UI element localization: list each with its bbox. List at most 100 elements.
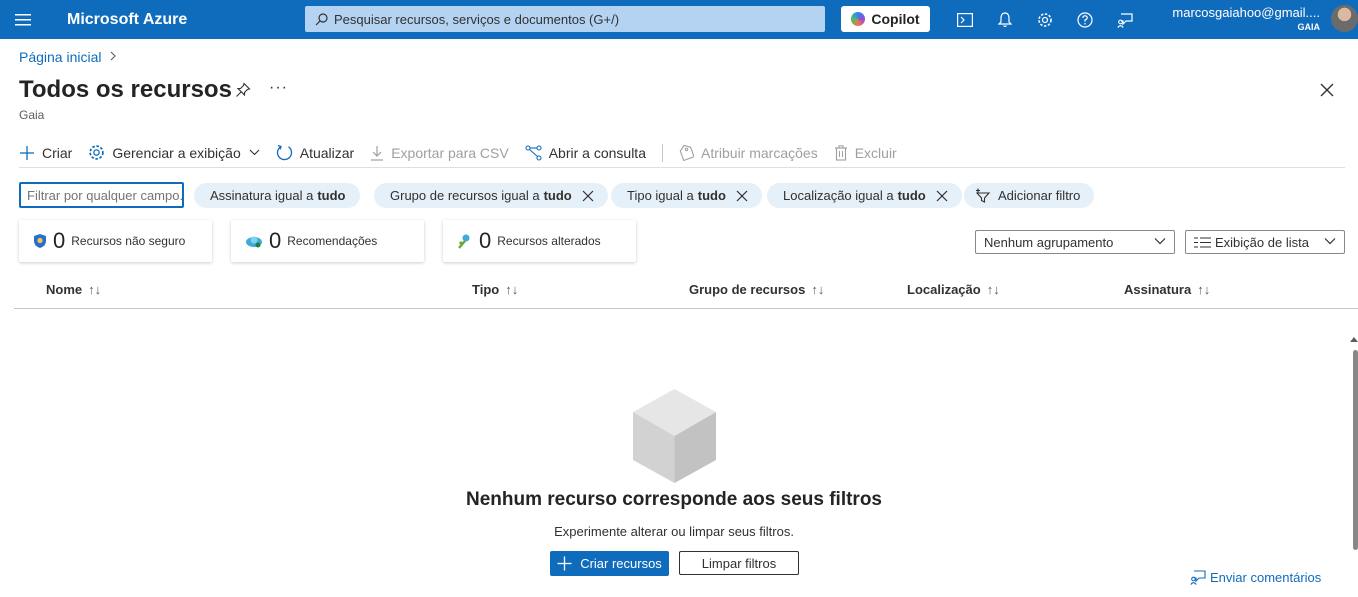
download-icon xyxy=(371,145,384,161)
column-header-resource-group[interactable]: Grupo de recursos ↑↓ xyxy=(689,282,824,297)
more-options-icon[interactable]: ··· xyxy=(269,79,288,97)
brand-title[interactable]: Microsoft Azure xyxy=(67,11,289,29)
search-input[interactable]: Pesquisar recursos, serviços e documento… xyxy=(305,6,825,32)
create-button[interactable]: Criar xyxy=(19,141,72,165)
refresh-button[interactable]: Atualizar xyxy=(276,141,354,165)
column-label: Localização xyxy=(907,282,981,297)
create-label: Criar xyxy=(42,144,73,161)
assign-tags-button[interactable]: Atribuir marcações xyxy=(679,141,818,165)
card-count: 0 xyxy=(53,228,66,253)
query-icon xyxy=(525,144,542,161)
filter-input[interactable] xyxy=(19,182,184,208)
delete-label: Excluir xyxy=(854,144,897,161)
scroll-up-arrow[interactable] xyxy=(1350,337,1358,342)
scrollbar-thumb[interactable] xyxy=(1353,350,1358,550)
sort-icon[interactable]: ↑↓ xyxy=(811,282,824,297)
breadcrumb: Página inicial xyxy=(19,49,117,65)
user-account[interactable]: marcosgaiahoo@gmail.... GAIA xyxy=(1172,5,1320,32)
empty-state-title: Nenhum recurso corresponde aos seus filt… xyxy=(465,489,882,510)
view-mode-dropdown[interactable]: Exibição de lista xyxy=(1185,230,1345,254)
filter-pill-label: Tipo igual a xyxy=(627,188,694,203)
column-label: Nome xyxy=(46,282,83,297)
chevron-down-icon xyxy=(1154,238,1166,245)
export-csv-button[interactable]: Exportar para CSV xyxy=(370,141,509,165)
card-label: Recomendações xyxy=(287,234,378,248)
gear-icon xyxy=(89,145,105,160)
bell-icon[interactable] xyxy=(985,0,1025,39)
search-placeholder: Pesquisar recursos, serviços e documento… xyxy=(334,11,620,27)
column-label: Assinatura xyxy=(1124,282,1192,297)
column-label: Tipo xyxy=(472,282,500,297)
export-csv-label: Exportar para CSV xyxy=(391,144,509,161)
open-query-label: Abrir a consulta xyxy=(548,144,646,161)
filter-pill-label: Grupo de recursos igual a xyxy=(390,188,540,203)
send-feedback-link[interactable]: Enviar comentários xyxy=(1190,569,1321,585)
feedback-icon xyxy=(1190,570,1206,585)
column-header-subscription[interactable]: Assinatura ↑↓ xyxy=(1124,282,1210,297)
card-changed-resources[interactable]: 0 Recursos alterados xyxy=(443,220,636,262)
avatar[interactable] xyxy=(1331,5,1358,32)
column-header-type[interactable]: Tipo ↑↓ xyxy=(472,282,518,297)
grouping-value: Nenhum agrupamento xyxy=(984,234,1114,250)
add-filter-icon xyxy=(975,188,991,203)
toolbar-divider xyxy=(662,143,663,162)
feedback-icon[interactable] xyxy=(1105,0,1145,39)
create-resources-button[interactable]: Criar recursos xyxy=(550,551,669,576)
sort-icon[interactable]: ↑↓ xyxy=(88,282,101,297)
filter-pill-resource-group[interactable]: Grupo de recursos igual a tudo xyxy=(374,183,608,208)
filter-pill-subscription[interactable]: Assinatura igual a tudo xyxy=(194,183,360,208)
create-resources-label: Criar recursos xyxy=(580,556,662,571)
sort-icon[interactable]: ↑↓ xyxy=(1197,282,1210,297)
filter-pill-location[interactable]: Localização igual a tudo xyxy=(767,183,962,208)
manage-view-label: Gerenciar a exibição xyxy=(112,144,241,161)
copilot-icon xyxy=(851,12,866,26)
copilot-button[interactable]: Copilot xyxy=(841,6,930,32)
plus-icon xyxy=(557,556,572,571)
page-subtitle: Gaia xyxy=(19,108,45,122)
grouping-dropdown[interactable]: Nenhum agrupamento xyxy=(975,230,1175,254)
gear-icon[interactable] xyxy=(1025,0,1065,39)
delete-button[interactable]: Excluir xyxy=(834,141,897,165)
remove-filter-icon[interactable] xyxy=(736,190,748,202)
clear-filters-label: Limpar filtros xyxy=(701,555,777,571)
column-header-name[interactable]: Nome ↑↓ xyxy=(46,282,101,297)
chevron-down-icon xyxy=(249,149,260,156)
chevron-down-icon xyxy=(1324,238,1336,245)
open-query-button[interactable]: Abrir a consulta xyxy=(525,141,646,165)
filter-pill-label: Assinatura igual a xyxy=(210,188,314,203)
card-recommendations[interactable]: 0 Recomendações xyxy=(231,220,424,262)
add-filter-button[interactable]: Adicionar filtro xyxy=(964,183,1095,208)
cloud-shell-icon[interactable] xyxy=(945,0,985,39)
table-header: Nome ↑↓ Tipo ↑↓ Grupo de recursos ↑↓ Locali… xyxy=(14,280,1358,309)
help-icon[interactable] xyxy=(1065,0,1105,39)
user-tenant: GAIA xyxy=(1297,22,1321,32)
sort-icon[interactable]: ↑↓ xyxy=(987,282,1000,297)
assign-tags-label: Atribuir marcações xyxy=(701,144,818,161)
column-label: Grupo de recursos xyxy=(689,282,806,297)
view-mode-value: Exibição de lista xyxy=(1215,234,1309,250)
refresh-label: Atualizar xyxy=(299,144,355,161)
filter-pill-value: tudo xyxy=(543,188,572,203)
column-header-location[interactable]: Localização ↑↓ xyxy=(907,282,1000,297)
command-bar: Criar Gerenciar a exibição Atualizar Exp… xyxy=(19,138,1345,168)
sort-icon[interactable]: ↑↓ xyxy=(505,282,518,297)
send-feedback-label: Enviar comentários xyxy=(1210,569,1322,585)
copilot-label: Copilot xyxy=(871,11,920,27)
card-insecure-resources[interactable]: 0 Recursos não seguro xyxy=(19,220,212,262)
clear-filters-button[interactable]: Limpar filtros xyxy=(679,551,799,575)
manage-view-button[interactable]: Gerenciar a exibição xyxy=(88,141,260,165)
pin-icon[interactable] xyxy=(235,82,251,103)
empty-cube-icon xyxy=(633,389,716,483)
remove-filter-icon[interactable] xyxy=(582,190,594,202)
tag-icon xyxy=(679,144,694,161)
page-title: Todos os recursos xyxy=(19,76,232,103)
trash-icon xyxy=(834,144,847,161)
card-label: Recursos não seguro xyxy=(71,234,186,248)
menu-icon[interactable] xyxy=(0,0,46,39)
card-count: 0 xyxy=(269,228,282,253)
shield-icon xyxy=(34,234,46,248)
breadcrumb-home[interactable]: Página inicial xyxy=(19,49,102,65)
filter-pill-type[interactable]: Tipo igual a tudo xyxy=(611,183,762,208)
close-icon[interactable] xyxy=(1320,83,1334,102)
remove-filter-icon[interactable] xyxy=(936,190,948,202)
